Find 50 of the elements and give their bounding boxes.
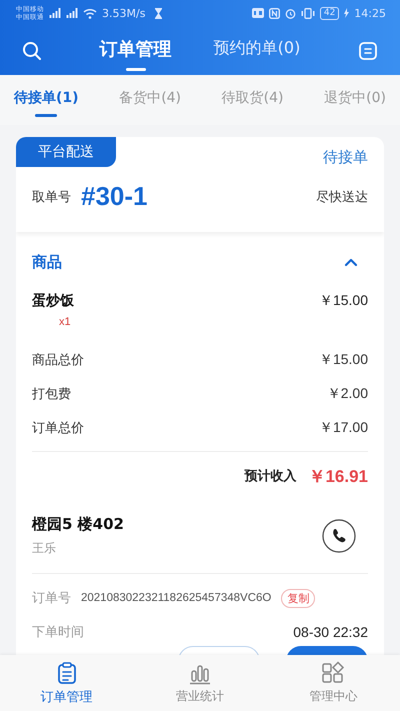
item-quantity: x1 [59,316,71,328]
income-value: ￥16.91 [308,466,368,488]
delivery-time: 尽快送达 [316,188,368,206]
fee-value: ￥2.00 [326,385,368,403]
income-label: 预计收入 [244,468,296,485]
section-title: 商品 [32,252,62,272]
search-icon[interactable] [22,40,42,60]
item-price: ￥15.00 [318,292,368,310]
pickup-number: #30-1 [81,181,148,212]
nav-tab[interactable]: 营业统计 [133,655,267,711]
customer-name: 王乐 [32,540,57,557]
fee-label: 打包费 [32,386,71,403]
order-time-label: 下单时间 [32,624,84,641]
nfc-icon [268,8,280,18]
hourglass-icon [154,8,164,18]
fee-value: ￥17.00 [318,419,368,437]
item-name: 蛋炒饭 [32,292,74,310]
fee-label: 订单总价 [32,420,84,437]
delivery-badge: 平台配送 [16,137,116,167]
order-status: 待接单 [323,148,368,167]
vibrate-icon [300,8,315,18]
delivery-address: 橙园5 楼402 [32,515,124,533]
nav-tab[interactable]: 管理中心 [266,655,400,711]
header-tab[interactable]: 预约的单(0) [214,34,300,67]
order-tab[interactable]: 备货中(4) [111,83,190,117]
charging-icon [344,8,350,18]
pickup-label: 取单号 [32,188,71,206]
grid-icon [321,661,346,685]
network-speed: 3.53M/s [102,6,146,20]
order-time: 08-30 22:32 [293,624,368,640]
signal-icon [49,8,61,18]
wifi-icon [83,8,97,18]
copy-button[interactable]: 复制 [281,588,316,608]
header-tab[interactable]: 订单管理 [100,32,172,68]
order-tab[interactable]: 待取货(4) [214,83,292,117]
order-tab[interactable]: 待接单(1) [6,83,87,117]
battery-level: 42 [320,6,340,20]
clock-time: 14:25 [354,6,386,20]
hd-icon [252,8,264,18]
nav-tab[interactable]: 订单管理 [0,655,134,711]
order-number: 2021083022321182625457348VC6O [81,592,272,604]
order-number-label: 订单号 [32,590,71,607]
message-icon[interactable] [358,40,378,60]
signal-icon [66,8,78,18]
fee-label: 商品总价 [32,352,84,369]
chevron-up-icon[interactable] [344,258,358,266]
alarm-icon [284,8,296,18]
phone-icon[interactable] [322,518,356,552]
fee-value: ￥15.00 [318,351,368,369]
order-tab[interactable]: 退货中(0) [316,83,394,117]
